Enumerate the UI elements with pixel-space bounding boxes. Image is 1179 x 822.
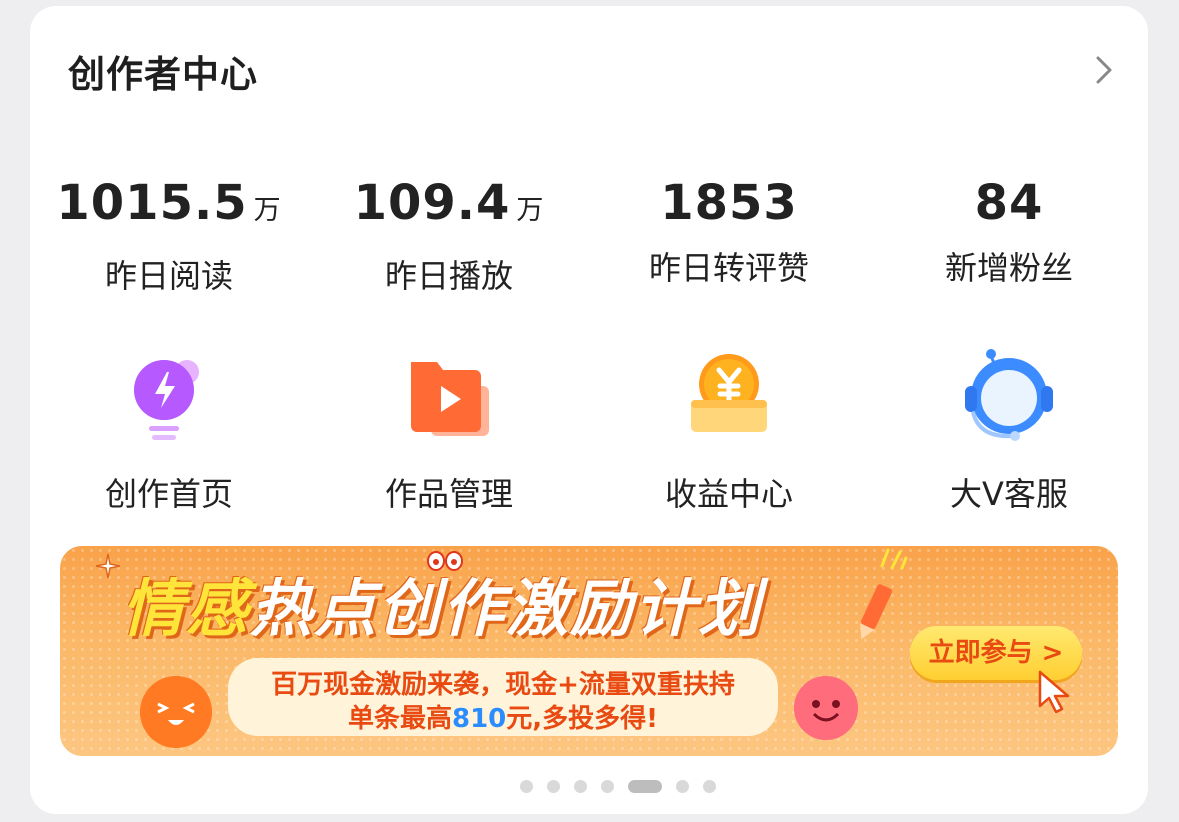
banner-title-part1: 情感 (122, 572, 251, 645)
tool-label: 收益中心 (664, 475, 793, 513)
video-folder-icon (411, 362, 489, 436)
banner-subtitle-line1: 百万现金激励来袭，现金+流量双重扶持 (271, 670, 735, 700)
pencil-icon (859, 584, 893, 640)
stat-new-followers[interactable]: 84 新增粉丝 (874, 174, 1144, 288)
pager-dot[interactable] (547, 780, 560, 793)
pager-dot[interactable] (601, 780, 614, 793)
lightbulb-bolt-icon (134, 360, 199, 440)
line2-prefix: 单条最高 (347, 704, 452, 734)
stat-label: 昨日播放 (384, 257, 513, 295)
sparkle-icon (95, 553, 121, 579)
tool-vip-support[interactable]: 大V客服 (874, 346, 1144, 514)
tool-label: 作品管理 (384, 475, 513, 513)
stat-value: 84 (974, 175, 1044, 231)
headset-mascot-icon (965, 349, 1053, 441)
stat-value: 1015.5 (56, 175, 248, 231)
tool-earnings-center[interactable]: 收益中心 (594, 346, 864, 514)
stat-unit: 万 (253, 195, 282, 226)
pager-dot[interactable] (574, 780, 587, 793)
pager-dot[interactable] (703, 780, 716, 793)
stat-yesterday-engagement[interactable]: 1853 昨日转评赞 (594, 174, 864, 288)
banner-subtitle-line2: 单条最高810元,多投多得! (228, 698, 778, 735)
tool-creation-home[interactable]: 创作首页 (34, 346, 304, 514)
pager-dot[interactable] (676, 780, 689, 793)
pink-mascot-icon (794, 676, 858, 740)
stat-label: 昨日阅读 (104, 257, 233, 295)
yen-coin-icon (691, 354, 767, 432)
banner-subtitle-bubble: 百万现金激励来袭，现金+流量双重扶持 单条最高810元,多投多得! (228, 658, 778, 736)
pager-dot[interactable] (520, 780, 533, 793)
promo-banner[interactable]: 情感热点创作激励计划 百万现金激励来袭，现金+流量双重扶持 单条最高810元,多… (60, 546, 1118, 756)
stat-label: 新增粉丝 (944, 249, 1073, 287)
line2-highlight: 810 (451, 704, 507, 734)
tool-label: 大V客服 (950, 475, 1068, 513)
stat-label: 昨日转评赞 (648, 249, 809, 287)
tool-label: 创作首页 (104, 475, 233, 513)
stat-value: 1853 (660, 175, 798, 231)
stat-value: 109.4 (353, 175, 511, 231)
page-title: 创作者中心 (68, 53, 258, 96)
cursor-icon (1038, 670, 1070, 714)
line2-suffix: 元,多投多得! (506, 704, 659, 734)
spark-lines-icon (880, 548, 908, 570)
creator-center-card: 创作者中心 1015.5 万 昨日阅读 109.4 万 昨日播放 1853 昨日转评… (30, 6, 1148, 814)
chevron-right-icon[interactable] (1088, 50, 1118, 90)
pager-dot-active[interactable] (628, 780, 662, 793)
stat-yesterday-plays[interactable]: 109.4 万 昨日播放 (314, 174, 584, 296)
stat-yesterday-reads[interactable]: 1015.5 万 昨日阅读 (34, 174, 304, 296)
orange-mascot-icon (140, 676, 212, 748)
banner-title-part2: 热点创作激励计划 (250, 572, 763, 645)
tool-works-management[interactable]: 作品管理 (314, 346, 584, 514)
stat-unit: 万 (516, 195, 545, 226)
banner-headline: 情感热点创作激励计划 (122, 558, 762, 648)
